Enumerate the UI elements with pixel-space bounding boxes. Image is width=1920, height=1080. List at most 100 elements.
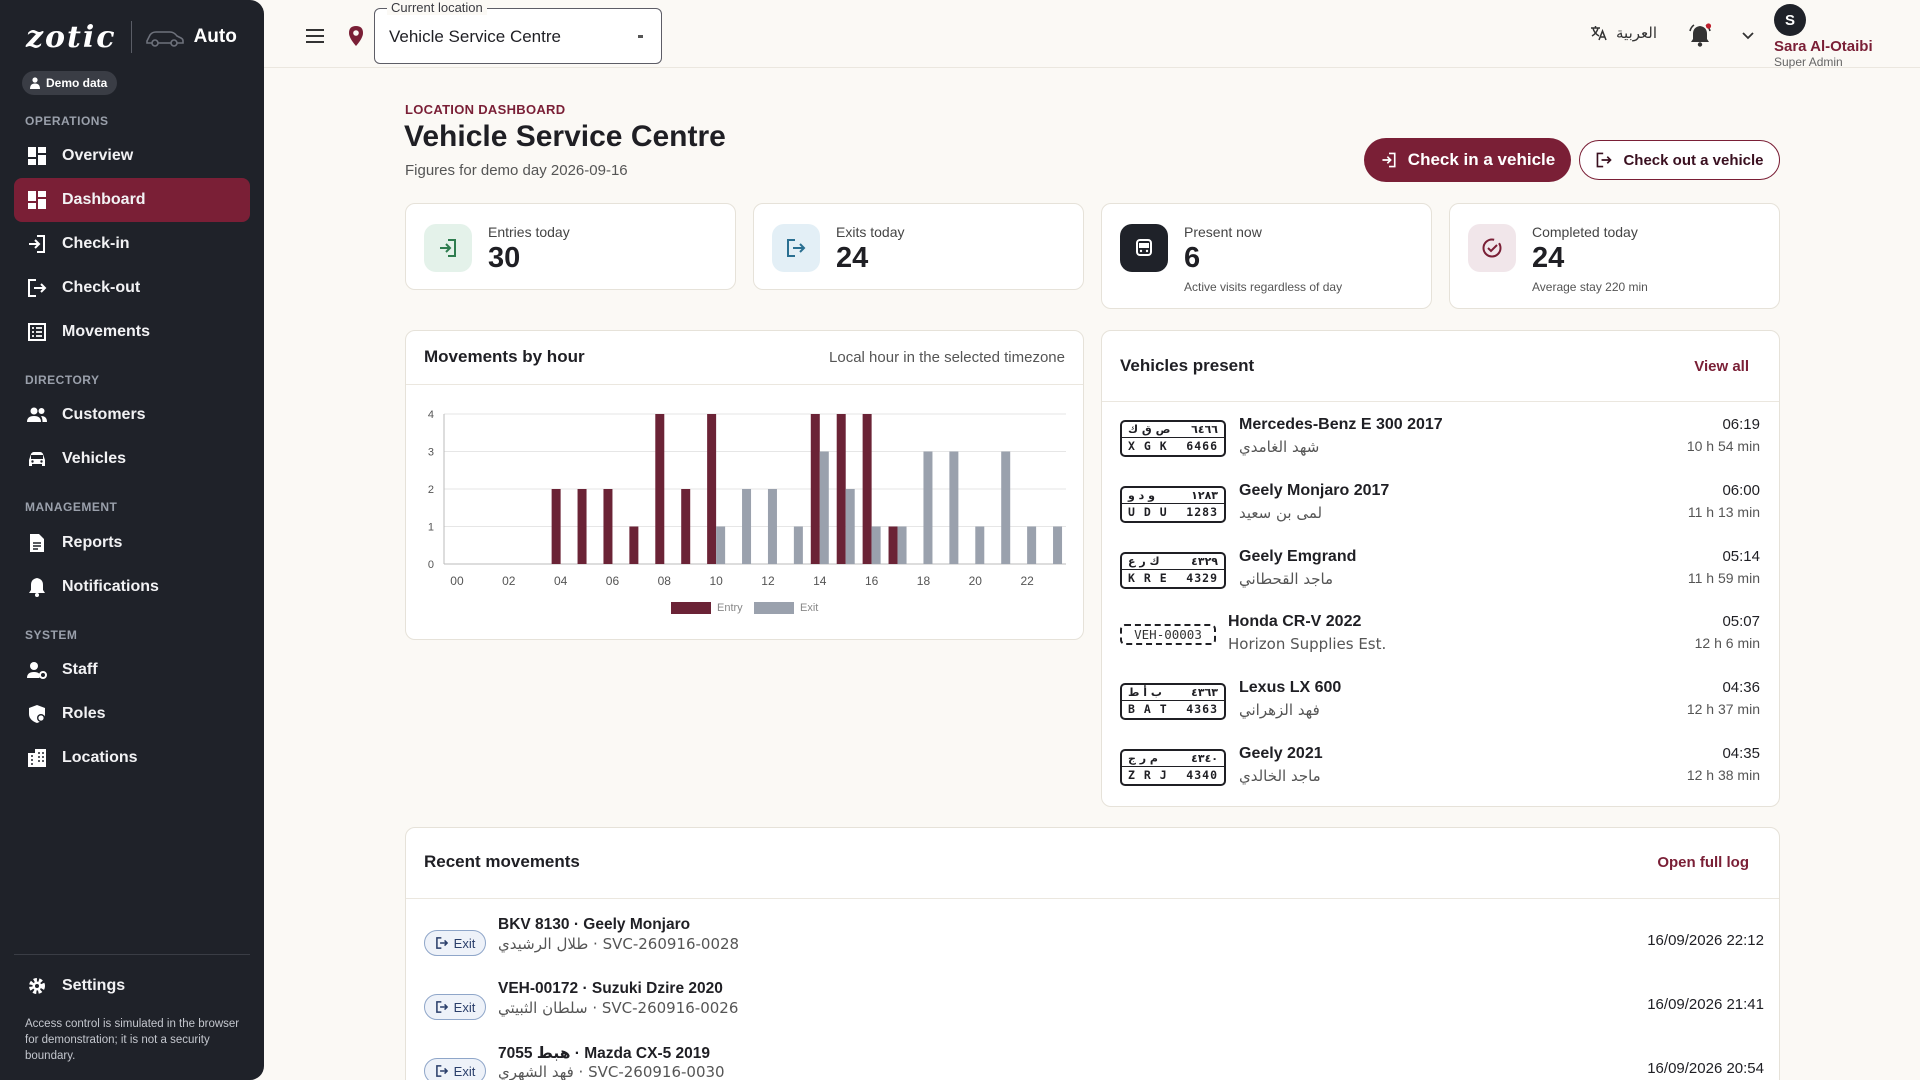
license-plate: ب أ ط ٤٣٦٣ B A T 4363 bbox=[1120, 683, 1226, 720]
movement-row[interactable]: Exit BKV 8130 · Geely Monjaro طلال الرشيدي… bbox=[424, 916, 1764, 972]
sidebar-item-locations[interactable]: Locations bbox=[14, 736, 250, 780]
card-divider bbox=[1102, 401, 1779, 402]
stat-value: 24 bbox=[836, 242, 869, 274]
sidebar-item-roles[interactable]: Roles bbox=[14, 692, 250, 736]
notifications-bell-icon[interactable] bbox=[1686, 22, 1714, 50]
vehicles-present-title: Vehicles present bbox=[1120, 356, 1255, 375]
stay-duration: 10 h 54 min bbox=[1686, 438, 1760, 454]
car-outline-icon bbox=[144, 26, 186, 48]
x-tick-label: 20 bbox=[969, 574, 983, 588]
vehicle-name: Lexus LX 600 bbox=[1239, 679, 1342, 696]
movement-title: VEH-00172 · Suzuki Dzire 2020 bbox=[498, 980, 723, 997]
sidebar-item-reports[interactable]: Reports bbox=[14, 521, 250, 565]
sidebar-item-staff[interactable]: Staff bbox=[14, 648, 250, 692]
vehicle-name: Geely 2021 bbox=[1239, 745, 1323, 762]
stat-card-entries: Entries today 30 bbox=[405, 203, 736, 290]
language-label: العربية bbox=[1616, 25, 1657, 42]
brand-product: Auto bbox=[193, 26, 237, 47]
location-select-value: Vehicle Service Centre bbox=[389, 27, 561, 46]
stay-duration: 12 h 6 min bbox=[1694, 635, 1760, 651]
entry-bar bbox=[629, 526, 639, 564]
movement-datetime: 16/09/2026 21:41 bbox=[1647, 996, 1764, 1013]
demo-data-badge[interactable]: Demo data bbox=[22, 71, 118, 95]
view-all-link[interactable]: View all bbox=[1694, 358, 1749, 375]
chart-title: Movements by hour bbox=[424, 347, 585, 366]
movement-datetime: 16/09/2026 20:54 bbox=[1647, 1060, 1764, 1077]
exit-bar bbox=[716, 526, 726, 564]
plate-letters: K R E bbox=[1128, 571, 1168, 585]
staff-icon bbox=[27, 662, 47, 679]
sidebar-item-notifications[interactable]: Notifications bbox=[14, 565, 250, 609]
open-full-log-link[interactable]: Open full log bbox=[1657, 854, 1749, 871]
sidebar-item-customers[interactable]: Customers bbox=[14, 393, 250, 437]
movements-bar-chart: 0123400 02 04 06 08 10 12 14 16 18 20 22Entry Exit bbox=[428, 409, 1066, 614]
vehicle-present-row[interactable]: VEH-00003 Honda CR-V 2022 Horizon Supplies… bbox=[1120, 612, 1760, 676]
vehicle-present-row[interactable]: م ر ج ٤٣٤٠ Z R J 4340 Geely 2021 ماجد الخالدي… bbox=[1120, 744, 1760, 808]
sidebar-item-overview[interactable]: Overview bbox=[14, 134, 250, 178]
sidebar-item-dashboard[interactable]: Dashboard bbox=[14, 178, 250, 222]
check-out-vehicle-button[interactable]: Check out a vehicle bbox=[1579, 140, 1780, 180]
exit-bar bbox=[923, 451, 933, 564]
list-icon bbox=[28, 323, 46, 341]
language-switch[interactable]: العربية bbox=[1590, 24, 1657, 42]
plate-ar-digits: ١٢٨٣ bbox=[1191, 489, 1218, 502]
account-chevron-icon[interactable] bbox=[1738, 28, 1758, 44]
sidebar-item-vehicles[interactable]: Vehicles bbox=[14, 437, 250, 481]
brand-divider bbox=[130, 21, 132, 53]
checkin-time: 05:14 bbox=[1722, 548, 1760, 565]
sidebar-item-check-in[interactable]: Check-in bbox=[14, 222, 250, 266]
check-in-vehicle-button[interactable]: Check in a vehicle bbox=[1364, 138, 1571, 182]
vehicle-present-row[interactable]: و د و ١٢٨٣ U D U 1283 Geely Monjaro 2017 لمى … bbox=[1120, 481, 1760, 545]
plate-divider bbox=[1122, 437, 1224, 438]
menu-icon[interactable] bbox=[303, 24, 327, 48]
plate-digits: 4329 bbox=[1186, 571, 1218, 585]
movement-row[interactable]: Exit VEH-00172 · Suzuki Dzire 2020 سلطان ا… bbox=[424, 980, 1764, 1036]
sidebar-item-label: Overview bbox=[62, 147, 134, 164]
sidebar-item-check-out[interactable]: Check-out bbox=[14, 266, 250, 310]
check-in-vehicle-label: Check in a vehicle bbox=[1407, 150, 1556, 169]
vehicle-present-row[interactable]: ص ق ك ٦٤٦٦ X G K 6466 Mercedes-Benz E 300 20… bbox=[1120, 415, 1760, 479]
vehicle-present-row[interactable]: ب أ ط ٤٣٦٣ B A T 4363 Lexus LX 600 فهد الزهرا… bbox=[1120, 678, 1760, 742]
checkin-time: 04:35 bbox=[1722, 745, 1760, 762]
location-select[interactable]: Current location Vehicle Service Centre bbox=[374, 0, 662, 64]
section-operations: OPERATIONS bbox=[25, 114, 109, 128]
sidebar-item-settings[interactable]: Settings bbox=[14, 964, 250, 1008]
logout-icon bbox=[435, 1001, 448, 1013]
people-icon bbox=[27, 407, 47, 422]
plate-ar-letters: و د و bbox=[1128, 489, 1155, 502]
vehicle-owner: شهد الغامدي bbox=[1239, 438, 1320, 456]
car-icon bbox=[29, 452, 45, 466]
plate-digits: 4340 bbox=[1186, 768, 1218, 782]
entry-bar bbox=[707, 414, 717, 564]
movement-type-badge: Exit bbox=[424, 994, 486, 1020]
license-plate: ك ر ع ٤٣٢٩ K R E 4329 bbox=[1120, 552, 1226, 589]
stat-label: Present now bbox=[1184, 224, 1262, 240]
entry-bar bbox=[551, 489, 561, 564]
x-tick-label: 04 bbox=[554, 574, 568, 588]
entry-bar bbox=[681, 489, 691, 564]
brand-logo[interactable]: zotic Auto bbox=[26, 20, 237, 55]
vehicle-present-row[interactable]: ك ر ع ٤٣٢٩ K R E 4329 Geely Emgrand ماجد القح… bbox=[1120, 547, 1760, 611]
user-menu[interactable]: S Sara Al-Otaibi Super Admin bbox=[1774, 4, 1873, 69]
stat-label: Completed today bbox=[1532, 224, 1638, 240]
plate-digits: 4363 bbox=[1186, 702, 1218, 716]
avatar: S bbox=[1774, 4, 1806, 36]
entry-bar bbox=[862, 414, 872, 564]
movement-subtitle: سلطان الثبيتي · SVC-260916-0026 bbox=[498, 999, 739, 1017]
page-kicker: LOCATION DASHBOARD bbox=[405, 102, 566, 117]
login-icon bbox=[29, 235, 45, 253]
sidebar-item-movements[interactable]: Movements bbox=[14, 310, 250, 354]
recent-movements-title: Recent movements bbox=[424, 852, 580, 871]
plate-ar-digits: ٤٣٤٠ bbox=[1191, 752, 1218, 765]
movement-row[interactable]: Exit 7055 هبط · Mazda CX-5 2019 فهد الشهري… bbox=[424, 1044, 1764, 1080]
plate-letters: U D U bbox=[1128, 505, 1168, 519]
stay-duration: 12 h 37 min bbox=[1686, 701, 1760, 717]
exit-bar bbox=[767, 489, 777, 564]
page-title: Vehicle Service Centre bbox=[404, 120, 726, 153]
vehicle-icon bbox=[1120, 224, 1168, 272]
plate-divider bbox=[1122, 766, 1224, 767]
movements-chart-card: Movements by hour Local hour in the sele… bbox=[405, 330, 1084, 640]
entry-icon bbox=[424, 224, 472, 272]
access-control-note: Access control is simulated in the brows… bbox=[25, 1018, 240, 1062]
user-name: Sara Al-Otaibi bbox=[1774, 38, 1873, 55]
